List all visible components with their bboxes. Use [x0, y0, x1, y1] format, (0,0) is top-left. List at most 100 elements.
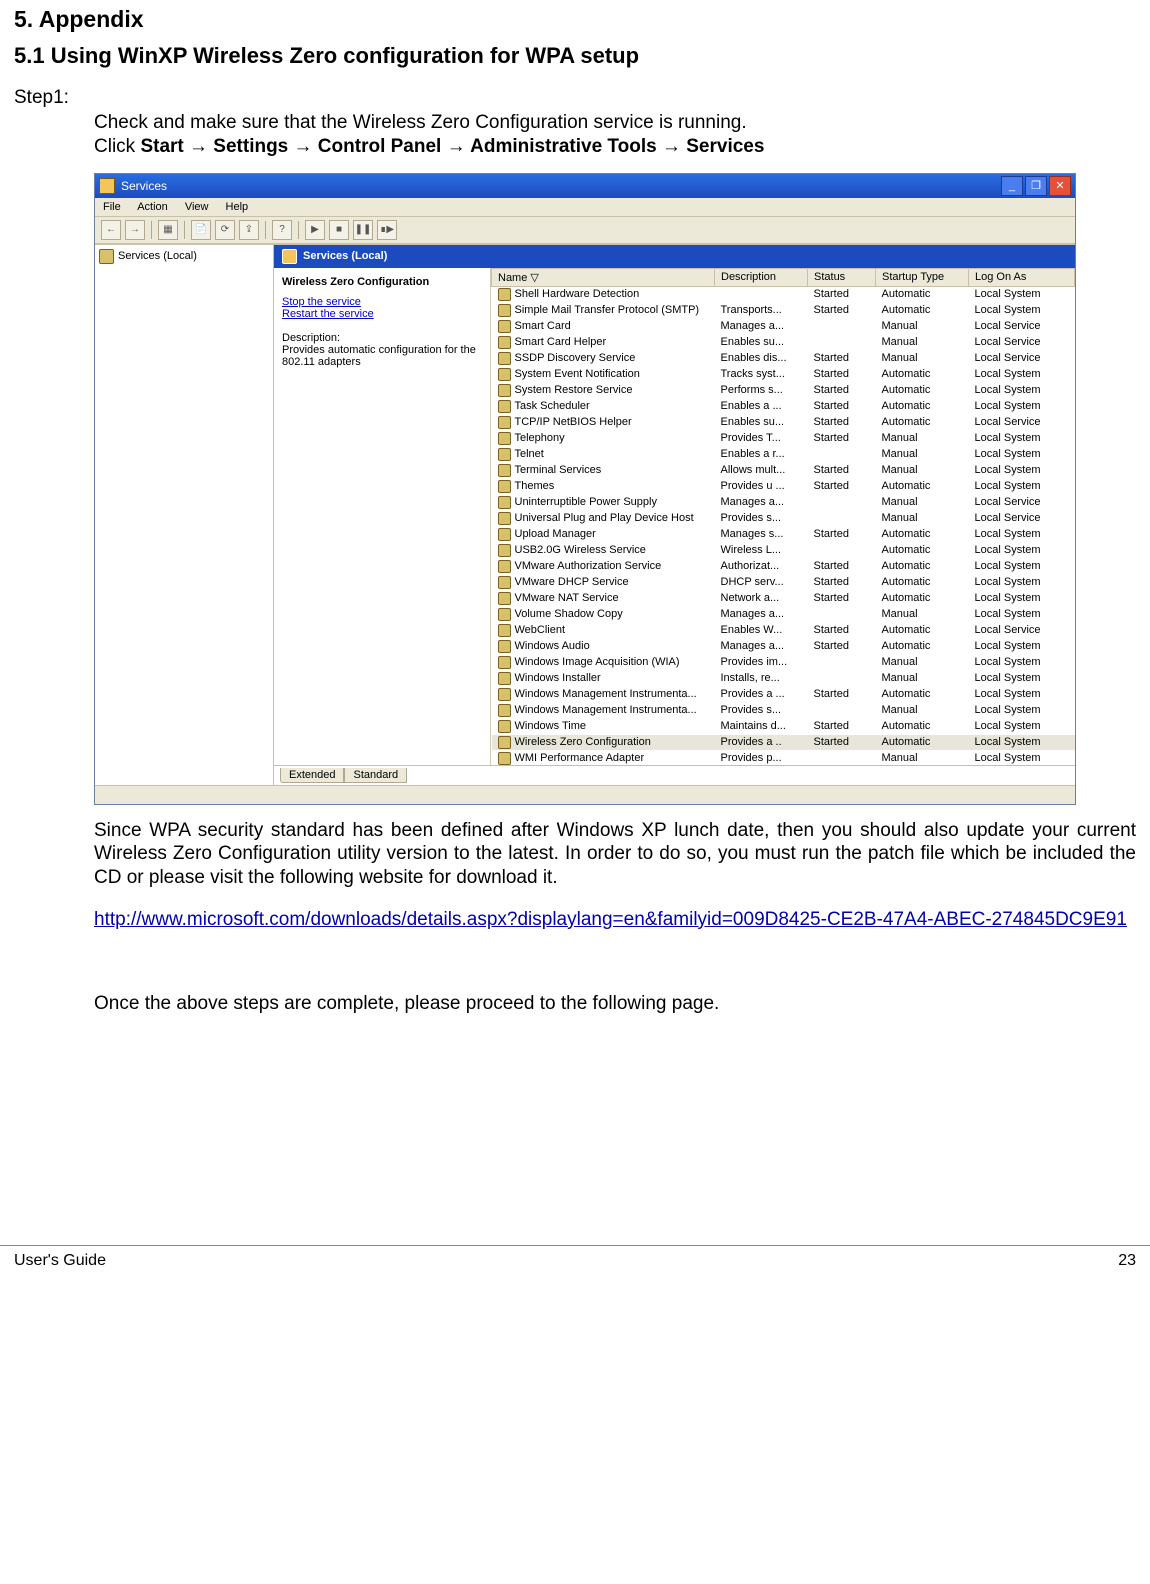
gear-icon [498, 560, 511, 573]
gear-icon [498, 720, 511, 733]
gear-icon [498, 288, 511, 301]
gear-icon [498, 464, 511, 477]
status-bar [95, 785, 1075, 804]
toolbar-icon[interactable]: ▦ [158, 220, 178, 240]
table-row[interactable]: VMware Authorization ServiceAuthorizat..… [492, 558, 1075, 574]
table-row[interactable]: VMware NAT ServiceNetwork a...StartedAut… [492, 590, 1075, 606]
forward-button[interactable]: → [125, 220, 145, 240]
stop-service-link[interactable]: Stop the service [282, 296, 482, 308]
menu-action[interactable]: Action [137, 201, 168, 213]
tab-standard[interactable]: Standard [344, 768, 407, 783]
gear-icon [498, 592, 511, 605]
col-description[interactable]: Description [715, 268, 808, 286]
toolbar: ← → ▦ 📄 ⟳ ⇪ ? ▶ ■ ❚❚ ∎▶ [95, 217, 1075, 244]
table-row[interactable]: Smart Card HelperEnables su...ManualLoca… [492, 334, 1075, 350]
table-row[interactable]: TCP/IP NetBIOS HelperEnables su...Starte… [492, 414, 1075, 430]
tree-node-services-local[interactable]: Services (Local) [99, 249, 269, 264]
gear-icon [498, 640, 511, 653]
gear-icon [498, 448, 511, 461]
footer-left: User's Guide [14, 1252, 106, 1270]
instruction-line-1: Check and make sure that the Wireless Ze… [94, 111, 1136, 135]
table-row[interactable]: Windows Management Instrumenta...Provide… [492, 702, 1075, 718]
table-row[interactable]: WebClientEnables W...StartedAutomaticLoc… [492, 622, 1075, 638]
minimize-button[interactable]: _ [1001, 176, 1023, 196]
table-row[interactable]: Windows AudioManages a...StartedAutomati… [492, 638, 1075, 654]
gear-icon [498, 752, 511, 765]
subsection-heading: 5.1 Using WinXP Wireless Zero configurat… [14, 43, 1136, 69]
services-window: Services _ ❐ ✕ File Action View Help ← →… [94, 173, 1076, 805]
table-row[interactable]: Task SchedulerEnables a ...StartedAutoma… [492, 398, 1075, 414]
table-row[interactable]: WMI Performance AdapterProvides p...Manu… [492, 750, 1075, 765]
panel-header: Services (Local) [274, 245, 1075, 268]
section-heading: 5. Appendix [14, 6, 1136, 33]
col-startup-type[interactable]: Startup Type [876, 268, 969, 286]
restart-service-link[interactable]: Restart the service [282, 308, 482, 320]
help-button[interactable]: ? [272, 220, 292, 240]
gear-icon [282, 249, 297, 264]
closing-line: Once the above steps are complete, pleas… [94, 992, 1136, 1016]
selected-service-name: Wireless Zero Configuration [282, 276, 482, 288]
table-row[interactable]: Universal Plug and Play Device HostProvi… [492, 510, 1075, 526]
description-text: Provides automatic configuration for the… [282, 344, 482, 368]
table-row[interactable]: Shell Hardware DetectionStartedAutomatic… [492, 286, 1075, 302]
download-link[interactable]: http://www.microsoft.com/downloads/detai… [94, 909, 1127, 930]
refresh-button[interactable]: ⟳ [215, 220, 235, 240]
table-row[interactable]: TelephonyProvides T...StartedManualLocal… [492, 430, 1075, 446]
table-row[interactable]: System Restore ServicePerforms s...Start… [492, 382, 1075, 398]
export-button[interactable]: ⇪ [239, 220, 259, 240]
maximize-button[interactable]: ❐ [1025, 176, 1047, 196]
table-row[interactable]: ThemesProvides u ...StartedAutomaticLoca… [492, 478, 1075, 494]
description-label: Description: [282, 332, 482, 344]
step-label: Step1: [14, 87, 1136, 109]
pause-button[interactable]: ❚❚ [353, 220, 373, 240]
table-row[interactable]: TelnetEnables a r...ManualLocal System [492, 446, 1075, 462]
close-button[interactable]: ✕ [1049, 176, 1071, 196]
gear-icon [498, 688, 511, 701]
gear-icon [498, 528, 511, 541]
gear-icon [498, 608, 511, 621]
table-row[interactable]: VMware DHCP ServiceDHCP serv...StartedAu… [492, 574, 1075, 590]
table-row[interactable]: Windows Management Instrumenta...Provide… [492, 686, 1075, 702]
table-row[interactable]: System Event NotificationTracks syst...S… [492, 366, 1075, 382]
table-row[interactable]: SSDP Discovery ServiceEnables dis...Star… [492, 350, 1075, 366]
stop-button[interactable]: ■ [329, 220, 349, 240]
table-row[interactable]: Upload ManagerManages s...StartedAutomat… [492, 526, 1075, 542]
table-row[interactable]: Simple Mail Transfer Protocol (SMTP)Tran… [492, 302, 1075, 318]
window-title: Services [121, 179, 167, 193]
gear-icon [498, 480, 511, 493]
gear-icon [99, 249, 114, 264]
services-grid[interactable]: Name ▽ Description Status Startup Type L… [491, 268, 1075, 765]
table-row[interactable]: Windows TimeMaintains d...StartedAutomat… [492, 718, 1075, 734]
window-titlebar[interactable]: Services _ ❐ ✕ [95, 174, 1075, 198]
table-row[interactable]: Windows InstallerInstalls, re...ManualLo… [492, 670, 1075, 686]
gear-icon [498, 736, 511, 749]
menu-file[interactable]: File [103, 201, 121, 213]
table-row[interactable]: Terminal ServicesAllows mult...StartedMa… [492, 462, 1075, 478]
tab-extended[interactable]: Extended [280, 768, 344, 783]
gear-icon [498, 512, 511, 525]
table-row[interactable]: Volume Shadow CopyManages a...ManualLoca… [492, 606, 1075, 622]
col-log-on-as[interactable]: Log On As [969, 268, 1075, 286]
footer-page-number: 23 [1118, 1252, 1136, 1270]
gear-icon [498, 352, 511, 365]
properties-button[interactable]: 📄 [191, 220, 211, 240]
paragraph-wpa: Since WPA security standard has been def… [94, 819, 1136, 890]
back-button[interactable]: ← [101, 220, 121, 240]
menu-help[interactable]: Help [226, 201, 249, 213]
table-row[interactable]: Smart CardManages a...ManualLocal Servic… [492, 318, 1075, 334]
col-name[interactable]: Name ▽ [492, 268, 715, 286]
instruction-line-2: Click Start → Settings → Control Panel →… [94, 135, 1136, 159]
col-status[interactable]: Status [808, 268, 876, 286]
restart-button[interactable]: ∎▶ [377, 220, 397, 240]
gear-icon [498, 320, 511, 333]
start-button[interactable]: ▶ [305, 220, 325, 240]
menu-bar: File Action View Help [95, 198, 1075, 217]
menu-view[interactable]: View [185, 201, 209, 213]
tree-pane: Services (Local) [95, 245, 274, 785]
gear-icon [498, 544, 511, 557]
table-row[interactable]: Uninterruptible Power SupplyManages a...… [492, 494, 1075, 510]
gear-icon [498, 384, 511, 397]
table-row[interactable]: USB2.0G Wireless ServiceWireless L...Aut… [492, 542, 1075, 558]
table-row[interactable]: Wireless Zero ConfigurationProvides a ..… [492, 734, 1075, 750]
table-row[interactable]: Windows Image Acquisition (WIA)Provides … [492, 654, 1075, 670]
